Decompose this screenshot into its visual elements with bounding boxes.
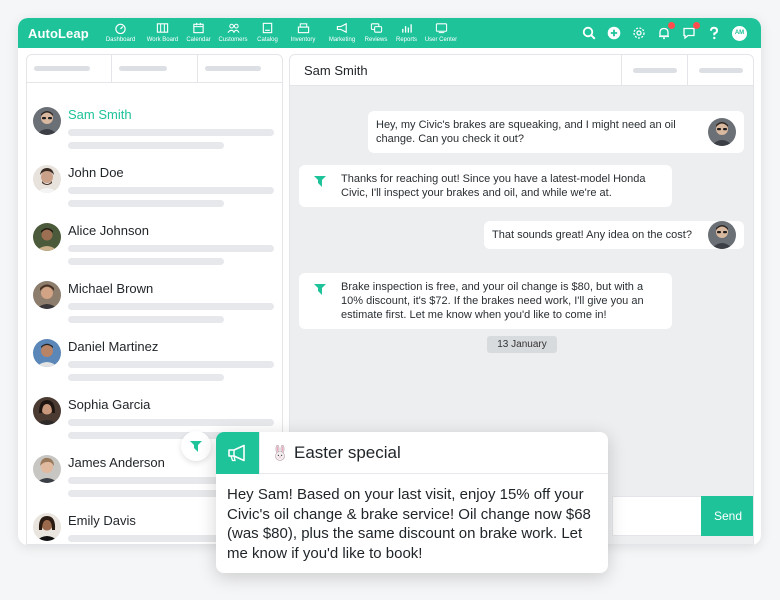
reports-icon: [402, 24, 412, 33]
main-nav: Dashboard Work Board Calendar Customers …: [100, 18, 461, 48]
nav-item-catalog[interactable]: Catalog: [253, 18, 282, 43]
megaphone-icon: [336, 22, 347, 34]
contacts-filter-bar: [27, 55, 282, 83]
contact-avatar: [33, 223, 61, 251]
contact-avatar: [33, 339, 61, 367]
contact-item[interactable]: Alice Johnson: [33, 223, 274, 265]
message-text: Hey, my Civic's brakes are squeaking, an…: [376, 119, 676, 145]
calendar-icon: [193, 22, 204, 34]
contact-name: Sam Smith: [68, 107, 132, 122]
nav-item-work-board[interactable]: Work Board: [141, 18, 184, 43]
message-badge: [693, 22, 700, 29]
add-button[interactable]: [607, 26, 621, 40]
message-text: Thanks for reaching out! Since you have …: [341, 173, 646, 199]
settings-button[interactable]: [632, 26, 646, 40]
inventory-icon: [297, 23, 309, 34]
autoleap-bot-bubble[interactable]: [181, 431, 211, 461]
nav-item-user-center[interactable]: User Center: [421, 18, 461, 43]
messages-button[interactable]: [682, 22, 700, 40]
message-outgoing: Hey, my Civic's brakes are squeaking, an…: [368, 111, 744, 153]
nav-item-customers[interactable]: Customers: [213, 18, 253, 43]
popup-header: Easter special: [216, 432, 608, 474]
popup-message: Hey Sam! Based on your last visit, enjoy…: [227, 486, 591, 562]
contact-avatar: [33, 513, 61, 541]
chat-header-action-2[interactable]: [687, 55, 753, 86]
question-icon: [710, 26, 719, 40]
contact-item[interactable]: Michael Brown: [33, 281, 274, 323]
chat-title: Sam Smith: [304, 62, 368, 78]
message-incoming: Brake inspection is free, and your oil c…: [299, 273, 672, 329]
contact-avatar: [33, 165, 61, 193]
search-button[interactable]: [582, 26, 596, 40]
catalog-icon: [262, 22, 273, 34]
filter-tab-1[interactable]: [27, 55, 113, 82]
dashboard-icon: [115, 23, 126, 34]
nav-item-calendar[interactable]: Calendar: [184, 18, 213, 43]
contact-item[interactable]: Sam Smith: [33, 107, 274, 149]
autoleap-bot-icon: [314, 284, 326, 295]
nav-item-inventory[interactable]: Inventory: [282, 18, 324, 43]
contact-name: Alice Johnson: [68, 223, 149, 238]
campaign-popup: Easter special Hey Sam! Based on your la…: [216, 432, 608, 573]
customer-avatar: [708, 221, 736, 249]
message-text: Brake inspection is free, and your oil c…: [341, 281, 644, 321]
reviews-icon: [370, 23, 382, 33]
customers-icon: [227, 23, 240, 33]
filter-tab-2[interactable]: [112, 55, 198, 82]
nav-item-dashboard[interactable]: Dashboard: [100, 18, 141, 43]
contact-item[interactable]: Daniel Martinez: [33, 339, 274, 381]
date-separator: 13 January: [487, 336, 557, 353]
nav-item-reports[interactable]: Reports: [392, 18, 421, 43]
contact-name: John Doe: [68, 165, 124, 180]
customer-avatar: [708, 118, 736, 146]
contact-name: Michael Brown: [68, 281, 154, 296]
search-icon: [582, 26, 596, 40]
autoleap-bot-icon: [190, 441, 202, 452]
contact-avatar: [33, 281, 61, 309]
message-outgoing: That sounds great! Any idea on the cost?: [484, 221, 744, 249]
gear-icon: [633, 27, 645, 39]
nav-item-marketing[interactable]: Marketing: [324, 18, 360, 43]
bunny-icon: [275, 444, 285, 461]
contact-name: Daniel Martinez: [68, 339, 159, 354]
autoleap-logo[interactable]: AutoLeap: [28, 26, 100, 41]
plus-circle-icon: [607, 26, 621, 40]
autoleap-bot-icon: [314, 176, 326, 187]
chat-header-action-1[interactable]: [621, 55, 687, 86]
filter-tab-3[interactable]: [198, 55, 282, 82]
user-avatar[interactable]: AM: [732, 25, 747, 41]
notification-badge: [668, 22, 675, 29]
message-incoming: Thanks for reaching out! Since you have …: [299, 165, 672, 207]
contact-avatar: [33, 397, 61, 425]
send-button[interactable]: Send: [701, 496, 753, 536]
contact-item[interactable]: John Doe: [33, 165, 274, 207]
marketing-badge: [216, 432, 259, 474]
top-nav-bar: AutoLeap Dashboard Work Board Calendar C…: [18, 18, 761, 48]
chat-header: Sam Smith: [290, 55, 753, 86]
help-button[interactable]: [707, 26, 721, 40]
work-board-icon: [156, 23, 169, 33]
popup-title: Easter special: [272, 443, 401, 463]
user-center-icon: [435, 23, 447, 34]
message-text: That sounds great! Any idea on the cost?: [492, 229, 692, 241]
megaphone-icon: [227, 444, 245, 461]
nav-item-reviews[interactable]: Reviews: [360, 18, 392, 43]
popup-title-text: Easter special: [294, 442, 401, 462]
notifications-button[interactable]: [657, 22, 675, 40]
top-actions: AM: [571, 22, 747, 41]
contact-name: Sophia Garcia: [68, 397, 151, 412]
contact-avatar: [33, 107, 61, 135]
contact-avatar: [33, 455, 61, 483]
message-input[interactable]: [612, 496, 704, 536]
